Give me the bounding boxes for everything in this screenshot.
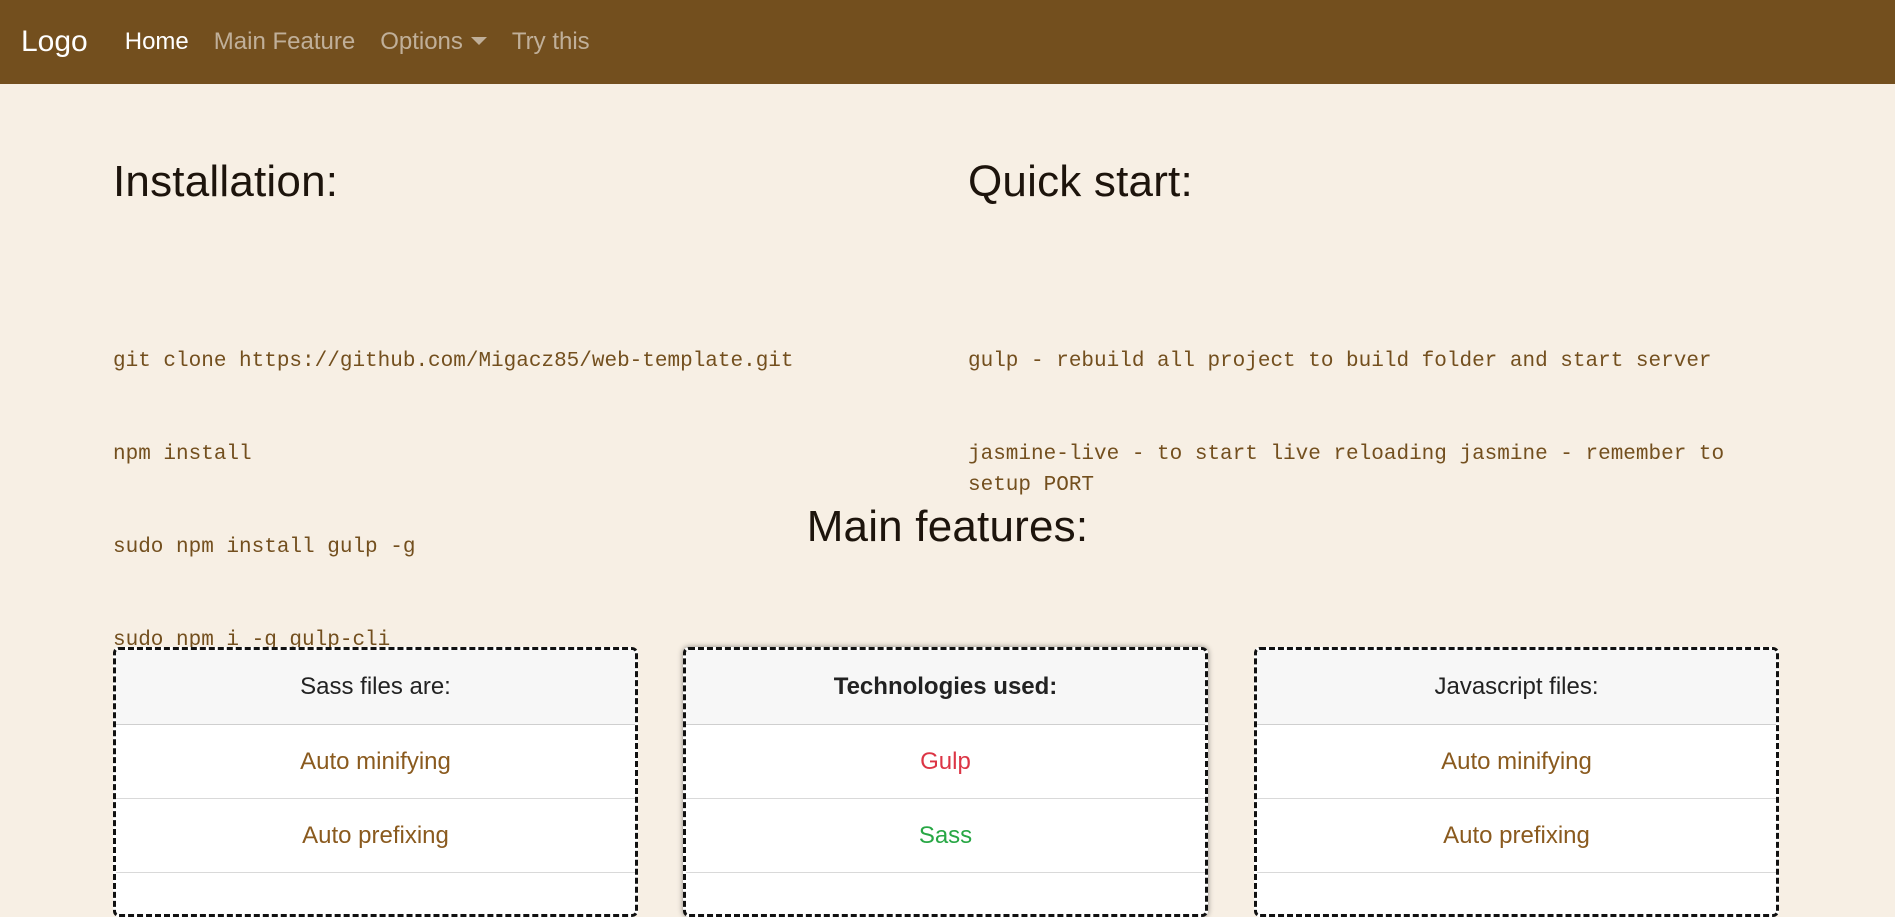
list-item: Auto minifying: [116, 725, 635, 799]
card-header: Javascript files:: [1257, 650, 1776, 725]
features-title: Main features:: [806, 502, 1089, 551]
list-item: Auto prefixing: [1257, 799, 1776, 873]
nav-item-try-this[interactable]: Try this: [512, 28, 590, 56]
list-item: Auto prefixing: [116, 799, 635, 873]
nav-item-main-feature[interactable]: Main Feature: [214, 28, 355, 56]
quick-start-title: Quick start:: [968, 157, 1193, 206]
card-header: Technologies used:: [686, 650, 1205, 725]
feature-card-sass: Sass files are: Auto minifying Auto pref…: [113, 647, 638, 917]
code-line: git clone https://github.com/Migacz85/we…: [113, 350, 794, 373]
nav-item-label: Try this: [511, 28, 590, 55]
feature-card-javascript: Javascript files: Auto minifying Auto pr…: [1254, 647, 1779, 917]
top-section: Installation: git clone https://github.c…: [0, 84, 1895, 652]
nav-item-home[interactable]: Home: [125, 28, 189, 56]
list-item: Auto minifying: [1257, 725, 1776, 799]
code-line: gulp - rebuild all project to build fold…: [968, 350, 1712, 373]
nav-item-label: Main Feature: [213, 28, 356, 55]
brand-logo[interactable]: Logo: [21, 25, 88, 59]
caret-down-icon: [470, 37, 487, 45]
installation-title: Installation:: [113, 157, 339, 206]
feature-card-technologies: Technologies used: Gulp Sass: [683, 647, 1208, 917]
code-line: jasmine-live - to start live reloading j…: [968, 443, 1737, 497]
nav-item-options-dropdown[interactable]: Options: [380, 28, 487, 56]
card-header: Sass files are:: [116, 650, 635, 725]
navbar: Logo Home Main Feature Options Try this: [0, 0, 1895, 84]
list-item: Sass: [686, 799, 1205, 873]
code-line: npm install: [113, 443, 252, 466]
list-item: Gulp: [686, 725, 1205, 799]
nav-item-label: Options: [380, 28, 463, 55]
nav-item-label: Home: [124, 28, 189, 55]
